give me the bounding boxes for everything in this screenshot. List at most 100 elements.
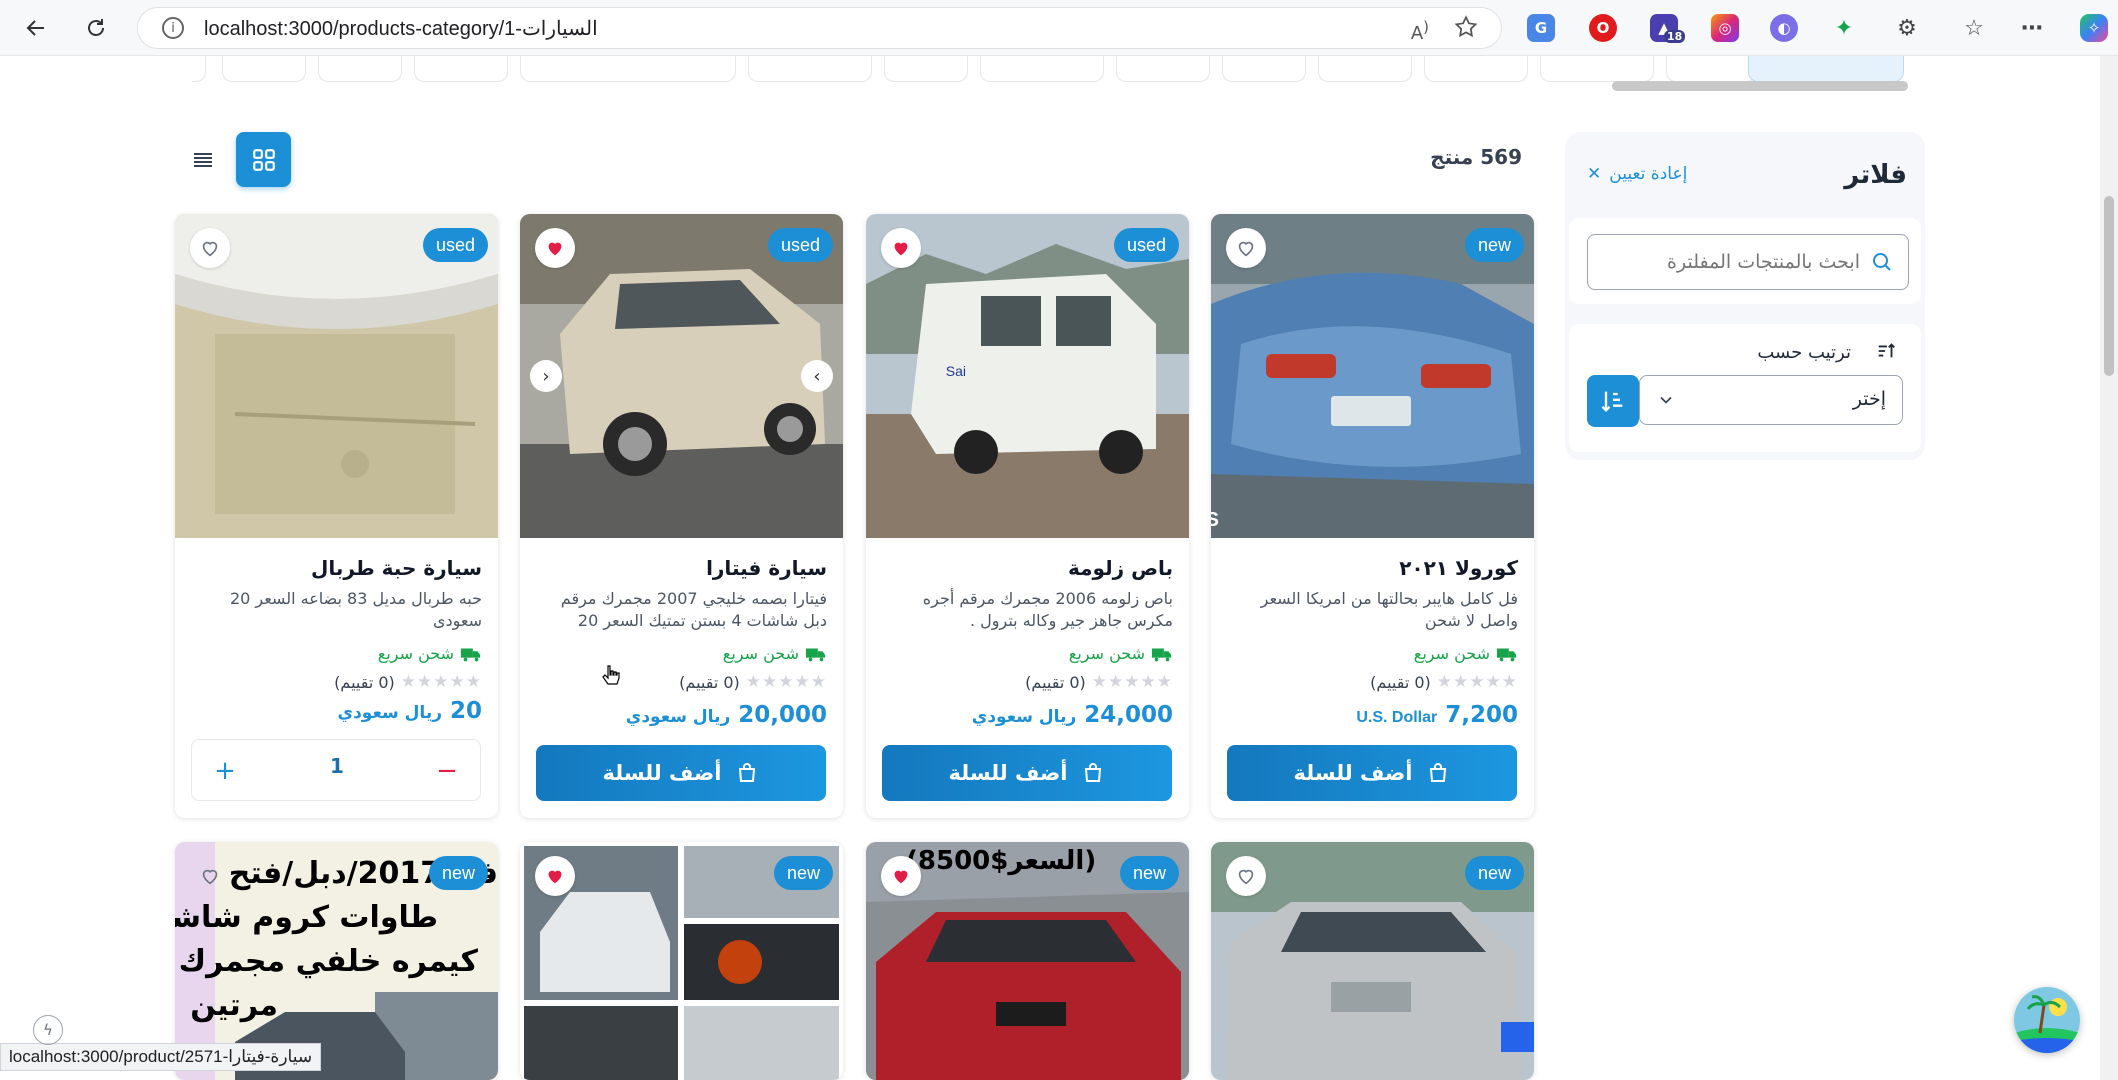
category-chip[interactable]	[318, 56, 402, 82]
product-card[interactable]: ‹ › used سيارة فيتارا فيتارا بصمه خليجي …	[520, 214, 843, 818]
sort-ascending-icon	[1601, 391, 1623, 412]
grid-view-button[interactable]	[236, 132, 291, 187]
color-extension-icon[interactable]: ◎	[1711, 14, 1739, 42]
category-chip[interactable]	[1540, 56, 1654, 82]
product-title[interactable]: سيارة فيتارا	[706, 556, 827, 580]
status-bar-link: localhost:3000/product/2571-سيارة-فيتارا	[0, 1043, 322, 1071]
filter-search-input[interactable]	[1610, 235, 1860, 289]
category-chip[interactable]	[980, 56, 1104, 82]
opera-extension-icon[interactable]: O	[1589, 14, 1617, 42]
condition-badge: new	[1464, 228, 1524, 262]
category-chip[interactable]	[1318, 56, 1412, 82]
add-to-cart-button[interactable]: أضف للسلة	[1227, 745, 1517, 801]
scrollbar-thumb[interactable]	[2104, 196, 2114, 376]
favorite-heart-icon[interactable]	[190, 856, 230, 896]
favorite-heart-icon[interactable]	[535, 228, 575, 268]
decrease-quantity-button[interactable]: −	[430, 754, 464, 788]
favorites-icon[interactable]: ☆	[1960, 14, 1988, 42]
add-to-cart-button[interactable]: أضف للسلة	[536, 745, 826, 801]
category-chip[interactable]	[1666, 56, 1756, 82]
price-currency: U.S. Dollar	[1356, 709, 1438, 726]
price-overlay-text: (السعر$8500)	[906, 846, 1097, 876]
read-aloud-icon[interactable]: A)	[1411, 18, 1429, 44]
increase-quantity-button[interactable]: +	[208, 754, 242, 788]
category-chip[interactable]	[1222, 56, 1306, 82]
translate-extension-icon[interactable]: G	[1527, 14, 1555, 42]
copilot-icon[interactable]: ✧	[2080, 14, 2108, 42]
favorite-heart-icon[interactable]	[1226, 856, 1266, 896]
reset-label: إعادة تعيين	[1609, 164, 1688, 184]
url-text: localhost:3000/products-category/1-السيا…	[204, 17, 598, 40]
product-price: 20 ريال سعودي	[337, 698, 482, 724]
back-icon[interactable]	[14, 6, 58, 50]
price-value: 7,200	[1445, 702, 1518, 728]
price-value: 24,000	[1084, 702, 1173, 728]
image-next-arrow[interactable]: ›	[801, 360, 833, 392]
address-bar[interactable]: i localhost:3000/products-category/1-الس…	[137, 7, 1502, 49]
price-value: 20	[449, 698, 482, 724]
category-chip[interactable]	[884, 56, 968, 82]
svg-text:IDCARS: IDCARS	[1211, 509, 1219, 531]
favorite-heart-icon[interactable]	[1226, 228, 1266, 268]
extension-badge: 18	[1664, 30, 1686, 43]
cap-extension-icon[interactable]: ▲ 18	[1650, 14, 1686, 43]
sort-direction-button[interactable]	[1587, 375, 1639, 427]
fast-shipping-tag: شحن سريع	[378, 644, 482, 663]
product-card[interactable]: IDCARS new كورولا ٢٠٢١ فل كامل هايبر بحا…	[1211, 214, 1534, 818]
product-description: باص زلومه 2006 مجمرك مرقم أجره مكرس جاهز…	[922, 589, 1173, 630]
image-caption-line: مرتين	[190, 988, 278, 1023]
product-title[interactable]: سيارة حبة طربال	[311, 556, 482, 580]
site-info-icon[interactable]: i	[162, 17, 184, 39]
category-chip[interactable]	[222, 56, 306, 82]
price-value: 20,000	[738, 702, 827, 728]
add-to-cart-button[interactable]: أضف للسلة	[882, 745, 1172, 801]
category-chip[interactable]	[1116, 56, 1210, 82]
search-icon	[1873, 253, 1891, 271]
rating-count: (0 تقييم)	[1370, 672, 1431, 692]
product-title[interactable]: باص زلومة	[1068, 556, 1173, 580]
reset-filters-link[interactable]: إعادة تعيين ✕	[1587, 164, 1687, 184]
extensions-icon[interactable]: ⚙	[1893, 14, 1921, 42]
close-icon: ✕	[1587, 164, 1602, 184]
truck-icon	[1496, 648, 1517, 661]
sort-select[interactable]: إختر	[1639, 375, 1903, 425]
category-chip-active[interactable]	[1748, 56, 1904, 82]
price-currency: ريال سعودي	[625, 707, 731, 727]
favorite-heart-icon[interactable]	[881, 856, 921, 896]
favorite-star-icon[interactable]	[1453, 14, 1479, 44]
truck-icon	[460, 648, 481, 661]
product-title[interactable]: كورولا ٢٠٢١	[1399, 556, 1518, 580]
page-scrollbar[interactable]	[2100, 56, 2118, 1080]
rating-count: (0 تقييم)	[334, 672, 395, 692]
favorite-heart-icon[interactable]	[535, 856, 575, 896]
category-chip[interactable]	[414, 56, 508, 82]
product-card[interactable]: used سيارة حبة طربال حبه طربال مديل 83 ب…	[175, 214, 498, 818]
category-chip[interactable]	[1424, 56, 1528, 82]
category-chip[interactable]	[192, 56, 206, 82]
product-card[interactable]: Sai used باص زلومة باص زلومه 2006 مجمرك …	[866, 214, 1189, 818]
condition-badge: new	[1464, 856, 1524, 890]
category-chip[interactable]	[748, 56, 872, 82]
favorite-heart-icon[interactable]	[190, 228, 230, 268]
shopping-bag-icon	[1430, 763, 1447, 782]
list-view-button[interactable]	[183, 140, 223, 180]
more-menu-icon[interactable]: ⋯	[2018, 14, 2046, 42]
product-card[interactable]: new	[520, 842, 843, 1080]
filters-title: فلاتر	[1844, 160, 1907, 190]
reload-icon[interactable]	[74, 6, 118, 50]
fast-shipping-tag: شحن سريع	[1069, 644, 1173, 663]
fast-shipping-tag: شحن سريع	[723, 644, 827, 663]
product-card[interactable]: new	[1211, 842, 1534, 1080]
filter-search-box[interactable]	[1587, 234, 1909, 290]
product-card[interactable]: (السعر$8500) new	[866, 842, 1189, 1080]
lightning-icon[interactable]: ϟ	[33, 1015, 63, 1045]
chips-horizontal-scrollbar[interactable]	[1612, 81, 1908, 91]
chat-assistant-button[interactable]	[2014, 987, 2080, 1053]
category-chip[interactable]	[520, 56, 736, 82]
quantity-value[interactable]: 1	[317, 754, 357, 778]
image-prev-arrow[interactable]: ‹	[530, 360, 562, 392]
rating: ★★★★★ (0 تقييم)	[1025, 672, 1173, 692]
pin-extension-icon[interactable]: ✦	[1830, 14, 1858, 42]
favorite-heart-icon[interactable]	[881, 228, 921, 268]
copilot-extension-icon[interactable]: ◐	[1770, 14, 1798, 42]
